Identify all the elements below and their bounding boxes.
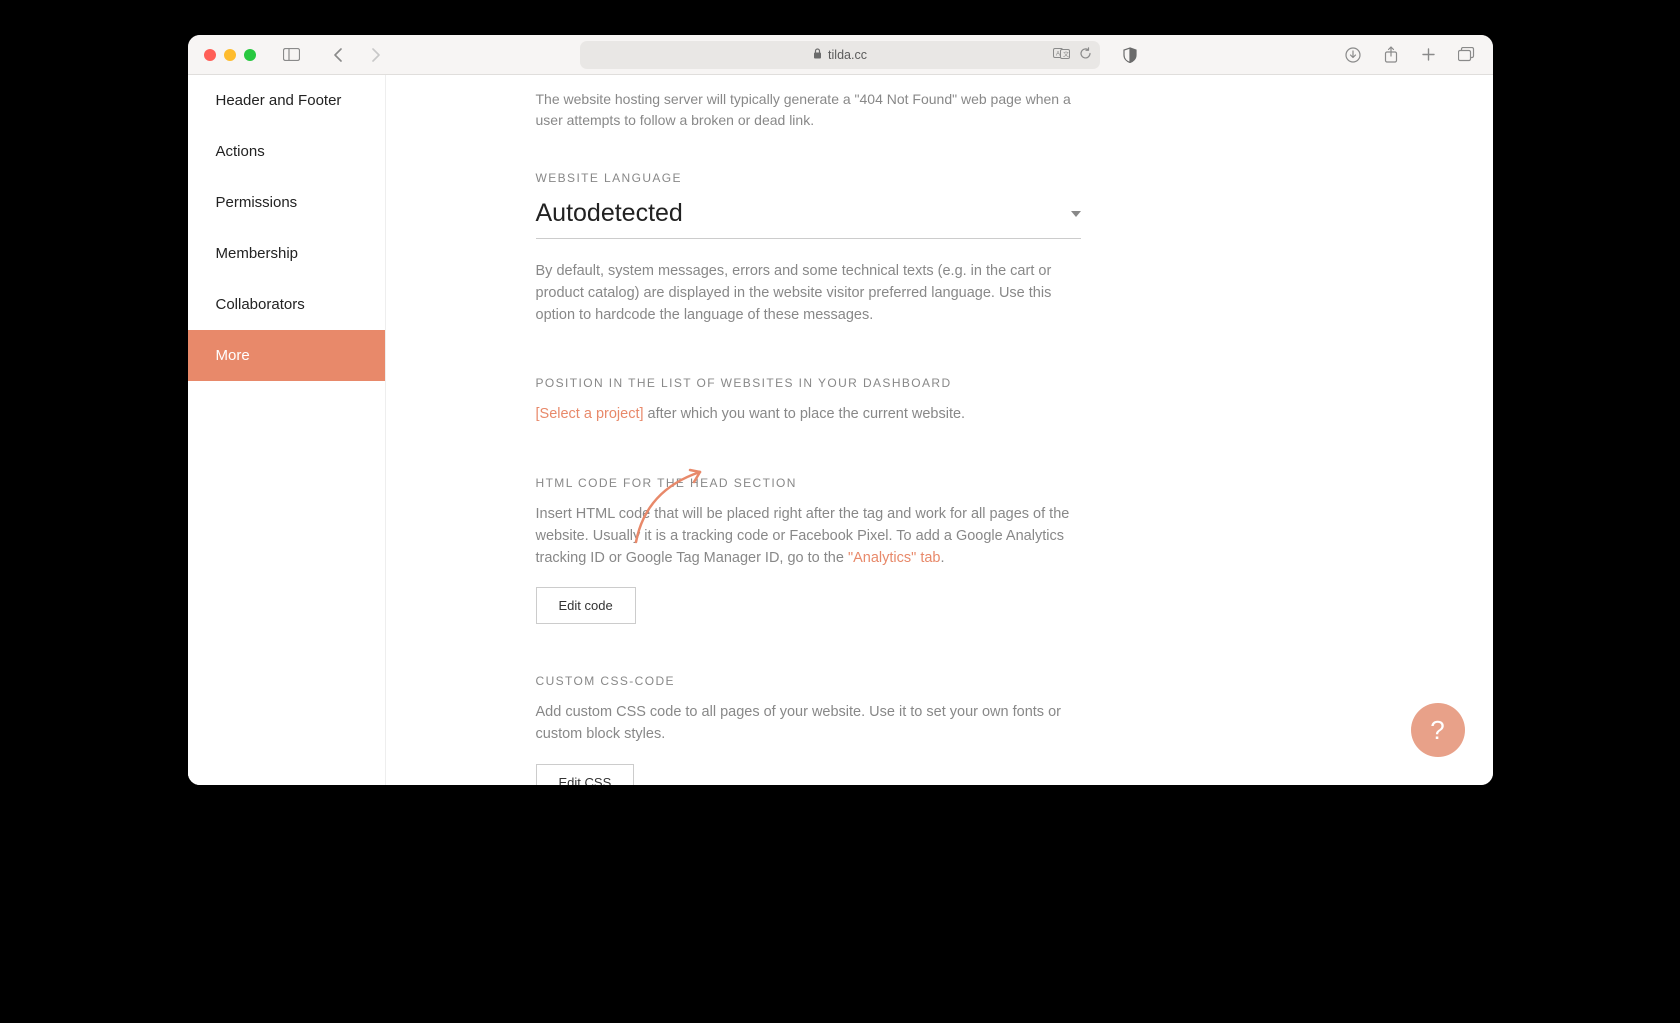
language-select[interactable]: Autodetected — [536, 199, 1081, 239]
minimize-window-button[interactable] — [224, 49, 236, 61]
head-code-label: HTML CODE FOR THE HEAD SECTION — [536, 476, 1081, 490]
back-button[interactable] — [328, 45, 348, 65]
position-section: POSITION IN THE LIST OF WEBSITES IN YOUR… — [536, 376, 1081, 426]
help-icon: ? — [1430, 715, 1444, 746]
position-label: POSITION IN THE LIST OF WEBSITES IN YOUR… — [536, 376, 1081, 390]
position-rest: after which you want to place the curren… — [644, 406, 966, 422]
browser-window: tilda.cc A文 — [188, 35, 1493, 785]
button-label: Edit code — [559, 598, 613, 613]
position-text: [Select a project] after which you want … — [536, 404, 1081, 426]
head-desc-post: . — [940, 550, 944, 566]
tabs-icon[interactable] — [1457, 45, 1477, 65]
help-button[interactable]: ? — [1411, 703, 1465, 757]
language-label: WEBSITE LANGUAGE — [536, 171, 1081, 185]
sidebar-item-actions[interactable]: Actions — [188, 126, 385, 177]
not-found-description: The website hosting server will typicall… — [536, 89, 1081, 131]
sidebar-item-label: More — [216, 347, 250, 364]
nav-arrows — [328, 45, 386, 65]
sidebar-item-header-footer[interactable]: Header and Footer — [188, 75, 385, 126]
sidebar-item-label: Membership — [216, 245, 299, 262]
svg-text:A: A — [1056, 51, 1060, 57]
sidebar-item-more[interactable]: More — [188, 330, 385, 381]
sidebar-toggle-icon[interactable] — [282, 45, 302, 65]
language-section: WEBSITE LANGUAGE Autodetected By default… — [536, 171, 1081, 326]
head-code-section: HTML CODE FOR THE HEAD SECTION Insert HT… — [536, 476, 1081, 624]
share-icon[interactable] — [1381, 45, 1401, 65]
css-code-label: CUSTOM CSS-CODE — [536, 674, 1081, 688]
sidebar-item-label: Header and Footer — [216, 92, 342, 109]
language-description: By default, system messages, errors and … — [536, 261, 1081, 326]
page-content: Header and Footer Actions Permissions Me… — [188, 75, 1493, 785]
edit-code-button[interactable]: Edit code — [536, 587, 636, 624]
close-window-button[interactable] — [204, 49, 216, 61]
head-desc-pre: Insert HTML code that will be placed rig… — [536, 506, 1070, 566]
css-code-description: Add custom CSS code to all pages of your… — [536, 702, 1081, 746]
chevron-down-icon — [1071, 211, 1081, 217]
translate-icon[interactable]: A文 — [1053, 47, 1071, 63]
sidebar-item-permissions[interactable]: Permissions — [188, 177, 385, 228]
sidebar-item-label: Actions — [216, 143, 265, 160]
css-code-section: CUSTOM CSS-CODE Add custom CSS code to a… — [536, 674, 1081, 785]
sidebar-item-label: Collaborators — [216, 296, 305, 313]
address-bar[interactable]: tilda.cc A文 — [580, 41, 1100, 69]
edit-css-button[interactable]: Edit CSS — [536, 764, 635, 785]
sidebar-item-collaborators[interactable]: Collaborators — [188, 279, 385, 330]
url-text: tilda.cc — [828, 48, 867, 62]
reload-icon[interactable] — [1079, 47, 1092, 63]
lock-icon — [813, 48, 822, 62]
svg-text:文: 文 — [1063, 50, 1069, 58]
forward-button[interactable] — [366, 45, 386, 65]
head-code-description: Insert HTML code that will be placed rig… — [536, 504, 1081, 569]
new-tab-icon[interactable] — [1419, 45, 1439, 65]
settings-main: The website hosting server will typicall… — [386, 75, 1493, 785]
maximize-window-button[interactable] — [244, 49, 256, 61]
downloads-icon[interactable] — [1343, 45, 1363, 65]
analytics-tab-link[interactable]: "Analytics" tab — [848, 550, 941, 566]
button-label: Edit CSS — [559, 775, 612, 785]
sidebar-item-label: Permissions — [216, 194, 298, 211]
select-project-link[interactable]: [Select a project] — [536, 406, 644, 422]
language-value: Autodetected — [536, 199, 683, 228]
sidebar-item-membership[interactable]: Membership — [188, 228, 385, 279]
privacy-shield-icon[interactable] — [1120, 45, 1140, 65]
toolbar-right — [1343, 45, 1477, 65]
titlebar: tilda.cc A文 — [188, 35, 1493, 75]
traffic-lights — [204, 49, 256, 61]
settings-sidebar: Header and Footer Actions Permissions Me… — [188, 75, 386, 785]
